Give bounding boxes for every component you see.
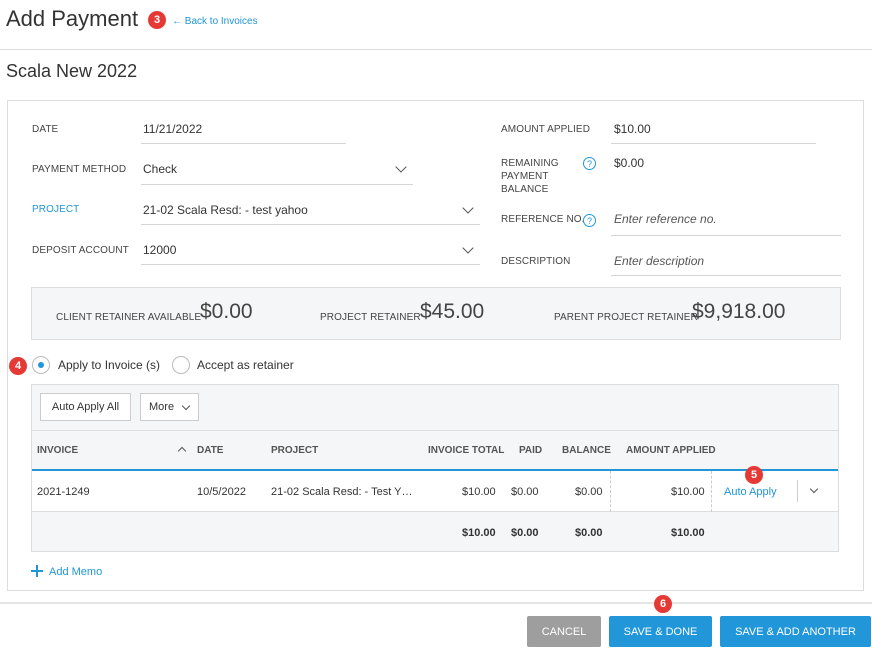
apply-to-invoice-radio[interactable] (32, 356, 50, 374)
header-divider (0, 49, 872, 50)
auto-apply-link[interactable]: Auto Apply (724, 486, 777, 498)
plus-icon[interactable] (31, 565, 43, 577)
col-balance[interactable]: BALANCE (562, 445, 611, 456)
help-icon[interactable]: ? (583, 214, 596, 227)
reference-underline (611, 235, 841, 236)
more-button[interactable]: More (140, 393, 199, 421)
amount-applied-underline (611, 143, 816, 144)
parent-retainer-label: PARENT PROJECT RETAINER (554, 312, 698, 323)
date-label: DATE (32, 124, 59, 135)
help-icon[interactable]: ? (583, 157, 596, 170)
auto-apply-all-button[interactable]: Auto Apply All (40, 393, 131, 421)
amount-applied-label: AMOUNT APPLIED (501, 124, 591, 135)
parent-retainer-value: $9,918.00 (692, 300, 786, 323)
project-label[interactable]: PROJECT (32, 204, 79, 215)
step-badge-3: 3 (148, 11, 166, 29)
row-invoice[interactable]: 2021-1249 (37, 486, 90, 498)
payment-method-select[interactable]: Check (143, 162, 177, 176)
payment-method-label: PAYMENT METHOD (32, 164, 127, 175)
amount-applied-value: $10.00 (614, 122, 651, 136)
col-amount-applied[interactable]: AMOUNT APPLIED (626, 445, 716, 456)
project-retainer-label: PROJECT RETAINER (320, 312, 421, 323)
description-label: DESCRIPTION (501, 256, 571, 267)
total-amount-applied: $10.00 (671, 527, 705, 539)
remaining-balance-value: $0.00 (614, 156, 645, 170)
col-date[interactable]: DATE (197, 445, 223, 456)
client-retainer-label: CLIENT RETAINER AVAILABLE (56, 312, 202, 323)
description-underline (611, 275, 841, 276)
row-project: 21-02 Scala Resd: - Test Y… (271, 486, 413, 498)
project-retainer-value: $45.00 (420, 300, 485, 323)
description-input[interactable]: Enter description (614, 254, 704, 268)
save-add-another-button[interactable]: SAVE & ADD ANOTHER (720, 616, 871, 647)
step-badge-4: 4 (9, 357, 27, 375)
total-invoice: $10.00 (462, 527, 496, 539)
reference-label: REFERENCE NO. (501, 214, 585, 225)
chevron-down-icon (181, 401, 191, 411)
client-retainer-value: $0.00 (200, 300, 253, 323)
deposit-account-underline (141, 264, 480, 265)
deposit-account-select[interactable]: 12000 (143, 243, 176, 257)
total-paid: $0.00 (511, 527, 539, 539)
project-underline (141, 224, 480, 225)
date-field[interactable]: 11/21/2022 (143, 122, 202, 136)
table-header-divider (32, 430, 838, 431)
col-project[interactable]: PROJECT (271, 445, 318, 456)
row-balance: $0.00 (575, 486, 603, 498)
back-to-invoices-link[interactable]: ← Back to Invoices (172, 16, 258, 27)
table-row (32, 471, 838, 512)
more-button-label: More (149, 401, 175, 413)
remaining-label-2: PAYMENT (501, 171, 549, 182)
row-amount-applied[interactable]: $10.00 (671, 486, 705, 498)
row-action-divider (797, 480, 798, 502)
save-done-button[interactable]: SAVE & DONE (609, 616, 712, 647)
remaining-label-3: BALANCE (501, 184, 549, 195)
row-paid: $0.00 (511, 486, 539, 498)
reference-input[interactable]: Enter reference no. (614, 212, 717, 226)
page-title: Add Payment (6, 6, 139, 31)
remaining-label-1: REMAINING (501, 158, 559, 169)
col-invoice-total[interactable]: INVOICE TOTAL (428, 445, 504, 456)
add-memo-link[interactable]: Add Memo (49, 566, 102, 578)
apply-to-invoice-label[interactable]: Apply to Invoice (s) (58, 358, 160, 372)
row-date: 10/5/2022 (197, 486, 246, 498)
total-balance: $0.00 (575, 527, 603, 539)
col-paid[interactable]: PAID (519, 445, 542, 456)
col-invoice[interactable]: INVOICE (37, 445, 78, 456)
deposit-account-label: DEPOSIT ACCOUNT (32, 245, 129, 256)
step-badge-6: 6 (654, 595, 672, 613)
accept-retainer-label[interactable]: Accept as retainer (197, 358, 294, 372)
step-badge-5: 5 (745, 466, 763, 484)
client-name: Scala New 2022 (6, 61, 138, 81)
accept-retainer-radio[interactable] (172, 356, 190, 374)
cancel-button[interactable]: CANCEL (527, 616, 601, 647)
footer-divider (0, 602, 872, 604)
payment-method-underline (141, 184, 413, 185)
date-underline (141, 143, 346, 144)
project-select[interactable]: 21-02 Scala Resd: - test yahoo (143, 203, 308, 217)
row-invoice-total: $10.00 (462, 486, 496, 498)
